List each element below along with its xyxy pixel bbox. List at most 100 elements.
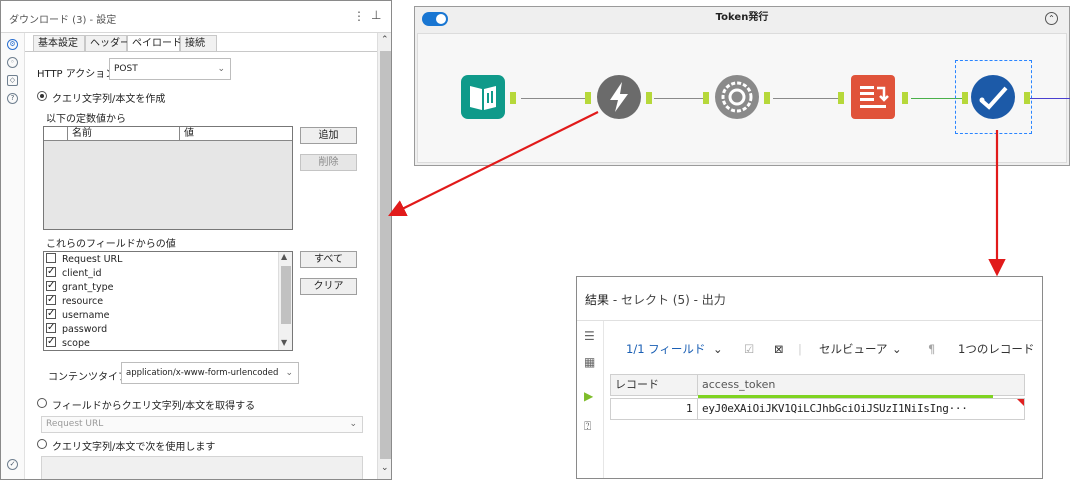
const-table-name-header: 名前: [68, 127, 180, 141]
text-to-columns-tool[interactable]: [850, 74, 896, 120]
container-enable-toggle[interactable]: [422, 12, 448, 26]
field-values-list[interactable]: Request URL client_id grant_type resourc…: [43, 251, 293, 351]
clear-button[interactable]: クリア: [300, 278, 357, 295]
access-token-column-header[interactable]: access_token: [697, 374, 1025, 396]
const-table-rownum-header: [44, 127, 68, 141]
record-number-cell[interactable]: 1: [610, 398, 698, 420]
add-button[interactable]: 追加: [300, 127, 357, 144]
radio-from-field[interactable]: [37, 398, 47, 408]
const-table-value-header: 値: [184, 128, 194, 139]
field-name: Request URL: [62, 254, 123, 265]
tab-basic-settings[interactable]: 基本設定: [33, 35, 85, 51]
field-row[interactable]: username: [46, 307, 110, 323]
chevron-down-icon[interactable]: ⌄: [892, 339, 902, 359]
container-title: Token発行: [715, 12, 769, 23]
radio-from-field-label: フィールドからクエリ文字列/本文を取得する: [52, 401, 256, 412]
tab-connection[interactable]: 接続: [180, 35, 217, 51]
delete-button[interactable]: 削除: [300, 154, 357, 171]
tag-icon[interactable]: ◇: [7, 75, 18, 86]
pilcrow-icon[interactable]: ¶: [928, 339, 935, 359]
query-text-area[interactable]: [41, 456, 363, 479]
field-checkbox[interactable]: [46, 321, 56, 334]
output-anchor[interactable]: [510, 92, 516, 104]
access-token-cell[interactable]: eyJ0eXAiOiJKV1QiLCJhbGciOiJSUzI1NiIsIng·…: [697, 398, 1025, 420]
field-name: client_id: [62, 268, 102, 279]
select-tool[interactable]: [970, 74, 1016, 120]
cell-viewer-dropdown[interactable]: セルビューア: [819, 339, 888, 359]
field-list-scrollbar[interactable]: ▲ ▼: [278, 252, 292, 350]
divider: [577, 320, 1042, 321]
configuration-panel: ダウンロード (3) - 設定 ⋮ ⊥ ⚙ ◦ ◇ ? ✓ 基本設定 ヘッダー …: [0, 0, 392, 480]
checkmark-icon: [971, 75, 1015, 119]
list-icon[interactable]: ☰: [584, 329, 595, 343]
scroll-up-icon[interactable]: ⌃: [381, 35, 389, 45]
content-type-select[interactable]: application/x-www-form-urlencoded ⌄: [121, 362, 299, 384]
field-row[interactable]: Request URL: [46, 253, 122, 267]
const-values-label: 以下の定数値から: [46, 114, 126, 125]
input-anchor[interactable]: [585, 92, 591, 104]
status-check-icon[interactable]: ✓: [7, 459, 18, 470]
connection-wire: [1030, 98, 1070, 99]
anchor-icon[interactable]: ▶: [584, 389, 593, 403]
scroll-thumb[interactable]: [380, 51, 391, 459]
lightning-icon: [597, 75, 641, 119]
radio-compose[interactable]: [37, 91, 47, 101]
http-action-value: POST: [114, 64, 138, 74]
gear-ring-icon: [715, 75, 759, 119]
field-row[interactable]: scope: [46, 335, 90, 350]
annotation-icon[interactable]: ◦: [7, 57, 18, 68]
field-count-dropdown[interactable]: 1/1 フィールド: [626, 339, 705, 359]
input-anchor[interactable]: [838, 92, 844, 104]
input-anchor[interactable]: [703, 92, 709, 104]
results-panel: 結果 - セレクト (5) - 出力 ☰ ▦ ▶ ⍰ 1/1 フィールド ⌄ ☑…: [576, 276, 1043, 479]
field-name: resource: [62, 296, 104, 307]
help-icon[interactable]: ⍰: [584, 419, 591, 434]
tab-headers[interactable]: ヘッダー: [85, 35, 130, 51]
download-tool[interactable]: [596, 74, 642, 120]
field-checkbox[interactable]: [46, 335, 56, 348]
field-checkbox[interactable]: [46, 279, 56, 292]
toolbar-separator: |: [798, 342, 802, 356]
from-field-value: Request URL: [46, 419, 104, 429]
scroll-down-icon[interactable]: ▼: [281, 338, 287, 347]
field-checkbox[interactable]: [46, 265, 56, 278]
help-icon[interactable]: ?: [7, 93, 18, 104]
output-anchor[interactable]: [646, 92, 652, 104]
field-checkbox[interactable]: [46, 307, 56, 320]
http-action-select[interactable]: POST ⌄: [109, 58, 231, 80]
output-anchor[interactable]: [764, 92, 770, 104]
edit-check-icon[interactable]: ☑: [744, 339, 754, 359]
content-type-label: コンテンツタイプ: [48, 372, 128, 383]
record-column-header[interactable]: レコード: [610, 374, 698, 396]
kebab-menu-icon[interactable]: ⋮: [353, 9, 365, 23]
from-field-select[interactable]: Request URL ⌄: [41, 416, 363, 433]
output-anchor[interactable]: [902, 92, 908, 104]
chevron-down-icon[interactable]: ⌄: [713, 339, 723, 359]
select-all-button[interactable]: すべて: [300, 251, 357, 268]
close-box-icon[interactable]: ⊠: [774, 339, 784, 359]
pin-icon[interactable]: ⊥: [371, 8, 381, 22]
radio-use-following[interactable]: [37, 439, 47, 449]
tab-payload[interactable]: ペイロード: [127, 35, 182, 52]
const-values-table[interactable]: 名前 値: [43, 126, 293, 230]
field-checkbox[interactable]: [46, 293, 56, 306]
settings-gear-icon[interactable]: ⚙: [7, 39, 18, 50]
scroll-down-icon[interactable]: ⌄: [381, 463, 389, 473]
field-row[interactable]: grant_type: [46, 279, 114, 295]
http-action-label: HTTP アクション: [37, 69, 116, 80]
field-checkbox[interactable]: [46, 253, 56, 263]
input-anchor[interactable]: [962, 92, 968, 104]
json-parse-tool[interactable]: [714, 74, 760, 120]
chevron-down-icon: ⌄: [217, 64, 225, 74]
field-values-label: これらのフィールドからの値: [46, 239, 176, 250]
config-scrollbar[interactable]: ⌃ ⌄: [377, 33, 391, 479]
collapse-icon[interactable]: ⌃: [1045, 12, 1058, 25]
results-title: 結果 - セレクト (5) - 出力: [585, 291, 726, 308]
connection-wire: [773, 98, 838, 99]
field-name: grant_type: [62, 282, 114, 293]
scroll-up-icon[interactable]: ▲: [281, 252, 287, 261]
results-grid: レコード access_token 1 eyJ0eXAiOiJKV1QiLCJh…: [610, 374, 1030, 424]
input-data-tool[interactable]: [460, 74, 506, 120]
table-icon[interactable]: ▦: [584, 355, 595, 369]
scroll-thumb[interactable]: [281, 266, 291, 324]
